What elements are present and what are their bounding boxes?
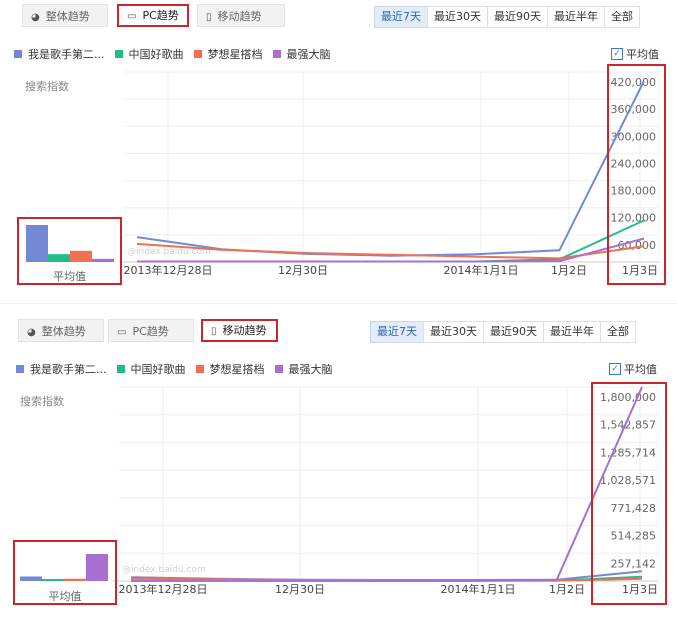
y-tick-label: 1,800,000 [600,391,656,404]
y-tick-label: 180,000 [611,185,657,198]
panel-divider [0,303,677,304]
watermark: @index.baidu.com [122,565,206,575]
average-label: 平均值 [53,270,86,283]
average-bar [64,578,86,581]
y-tick-label: 420,000 [611,76,657,89]
mobile-trend-chart: @index.baidu.com1,800,0001,542,8571,285,… [13,382,667,605]
series-line [131,386,643,582]
average-bar [86,554,108,581]
x-tick-label: 1月3日 [622,264,658,277]
y-tick-label: 120,000 [611,212,657,225]
average-bar [42,579,64,581]
series-line [136,80,645,257]
x-tick-label: 12月30日 [275,583,325,596]
x-tick-label: 12月30日 [278,264,328,277]
x-tick-label: 2014年1月1日 [441,582,516,596]
x-tick-label: 2013年12月28日 [119,582,208,596]
y-tick-label: 771,428 [611,502,657,515]
y-tick-label: 360,000 [611,103,657,116]
x-tick-label: 2013年12月28日 [124,263,213,277]
x-tick-label: 1月2日 [551,264,587,277]
average-bar [70,250,92,262]
y-tick-label: 1,285,714 [600,446,656,459]
y-tick-label: 1,028,571 [600,474,656,487]
pc-trend-panel: ◕ 整体趋势 ▭ PC趋势 ▯ 移动趋势 最近7天 最近30天 最近90天 最近半年 … [0,0,677,292]
x-tick-label: 1月2日 [549,583,585,596]
y-tick-label: 514,285 [611,530,657,543]
pc-trend-chart: @index.baidu.com420,000360,000300,000240… [17,64,666,285]
y-tick-label: 240,000 [611,157,657,170]
x-tick-label: 2014年1月1日 [444,263,519,277]
average-label: 平均值 [49,590,82,603]
average-bar [26,225,48,262]
mobile-trend-panel: ◕ 整体趋势 ▭ PC趋势 ▯ 移动趋势 最近7天 最近30天 最近90天 最近半年 … [0,315,677,623]
average-bar [48,254,70,262]
x-tick-label: 1月3日 [622,583,658,596]
average-bar [92,258,114,262]
y-tick-label: 257,142 [611,557,657,570]
average-bar [20,576,42,581]
